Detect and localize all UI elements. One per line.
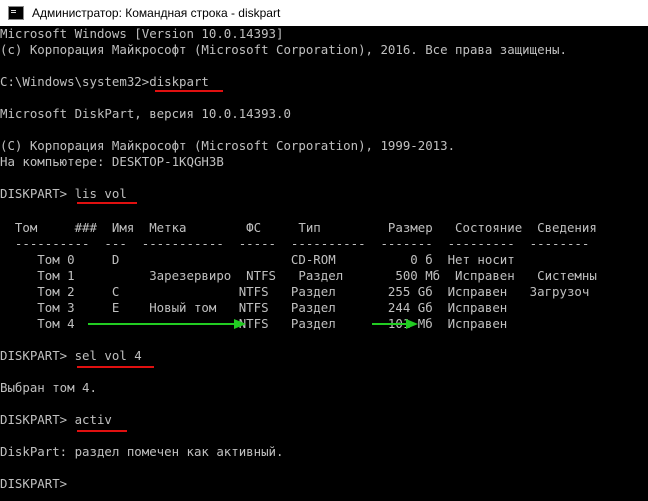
volume-table-row: Том 1 Зарезервиро NTFS Раздел 500 Мб Исп… xyxy=(0,268,597,283)
activ-underline xyxy=(77,430,127,432)
sel-vol-underline xyxy=(77,366,154,368)
console-line: Выбран том 4. xyxy=(0,380,97,395)
console-prompt[interactable]: DISKPART> xyxy=(0,476,67,492)
volume-table-row: Том 3 E Новый том NTFS Раздел 244 Gб Исп… xyxy=(0,300,508,315)
console-line-command: DISKPART> sel vol 4 xyxy=(0,348,142,363)
console-line: Microsoft Windows [Version 10.0.14393] xyxy=(0,26,284,41)
console-line: На компьютере: DESKTOP-1KQGH3B xyxy=(0,154,224,169)
console-line: (c) Корпорация Майкрософт (Microsoft Cor… xyxy=(0,42,567,57)
window-title: Администратор: Командная строка - diskpa… xyxy=(32,6,281,20)
console-line: (C) Корпорация Майкрософт (Microsoft Cor… xyxy=(0,138,456,153)
arrow-right-icon xyxy=(88,319,246,329)
volume-table-row: Том 0 D CD-ROM 0 б Нет носит xyxy=(0,252,515,267)
volume-table-row: Том 2 C NTFS Раздел 255 Gб Исправен Загр… xyxy=(0,284,590,299)
title-bar[interactable]: Администратор: Командная строка - diskpa… xyxy=(0,0,648,26)
volume-table-row: Том 4 NTFS Раздел 101 Мб Исправен xyxy=(0,316,508,331)
console-output[interactable]: Microsoft Windows [Version 10.0.14393] (… xyxy=(0,26,648,501)
diskpart-underline xyxy=(155,90,223,92)
lis-vol-underline xyxy=(77,202,137,204)
cmd-icon xyxy=(8,6,24,20)
console-line-command: C:\Windows\system32>diskpart xyxy=(0,74,209,89)
console-line: DiskPart: раздел помечен как активный. xyxy=(0,444,284,459)
arrow-right-icon xyxy=(372,319,418,329)
console-line: Microsoft DiskPart, версия 10.0.14393.0 xyxy=(0,106,291,121)
volume-table-header: Том ### Имя Метка ФС Тип Размер Состояни… xyxy=(0,220,597,235)
command-prompt-window: Администратор: Командная строка - diskpa… xyxy=(0,0,648,501)
volume-table-separator: ---------- --- ----------- ----- -------… xyxy=(0,236,590,251)
console-line-command: DISKPART> lis vol xyxy=(0,186,127,201)
console-line-command: DISKPART> activ xyxy=(0,412,112,427)
